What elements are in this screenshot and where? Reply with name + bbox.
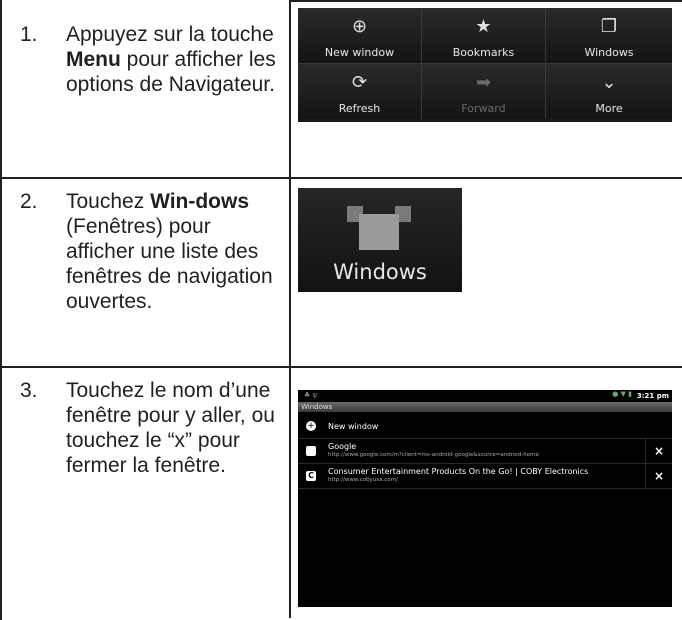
menu-item-label: More bbox=[595, 102, 623, 115]
windows-button-closeup[interactable]: Windows bbox=[298, 188, 462, 292]
title-bar: Windows bbox=[298, 402, 672, 412]
menu-item-new-window[interactable]: ⊕ New window bbox=[298, 8, 422, 64]
menu-item-label: New window bbox=[324, 46, 395, 59]
windows-icon bbox=[347, 206, 411, 250]
menu-item-windows[interactable]: ❐ Windows bbox=[546, 8, 672, 64]
chevron-down-circle-icon: ⌄ bbox=[601, 72, 617, 93]
row-divider-1 bbox=[0, 177, 682, 179]
windows-list-screenshot: ♣ ψ ● ▼ ▮ 3:21 pm Windows + New window G… bbox=[298, 390, 672, 607]
plus-circle-icon: ⊕ bbox=[351, 16, 368, 37]
menu-item-label: Forward bbox=[461, 102, 506, 115]
coby-favicon-icon: C bbox=[306, 471, 316, 481]
step-text: Appuyez sur la touche Menu pour afficher… bbox=[66, 23, 276, 96]
bookmark-icon: ★ bbox=[475, 16, 492, 37]
window-item-google[interactable]: Google http://www.google.com/m?client=ms… bbox=[298, 439, 672, 464]
plus-circle-icon: + bbox=[306, 421, 316, 431]
row-divider-2 bbox=[0, 366, 682, 368]
forward-arrow-icon: ➡ bbox=[475, 72, 492, 93]
step-text: Touchez le nom d’une fenêtre pour y alle… bbox=[66, 379, 275, 477]
table-left-border bbox=[0, 0, 2, 620]
status-bar: ♣ ψ ● ▼ ▮ 3:21 pm bbox=[298, 390, 672, 402]
window-title: Google bbox=[328, 442, 357, 451]
top-rule bbox=[289, 0, 682, 2]
screen-title: Windows bbox=[301, 403, 333, 411]
close-window-button[interactable]: × bbox=[645, 439, 672, 463]
window-url: http://www.google.com/m?client=ms-androi… bbox=[328, 452, 539, 458]
column-divider bbox=[289, 0, 291, 618]
window-item-coby[interactable]: C Consumer Entertainment Products On the… bbox=[298, 464, 672, 489]
menu-item-refresh[interactable]: ⟳ Refresh bbox=[298, 64, 422, 119]
step-3: 3. Touchez le nom d’une fenêtre pour y a… bbox=[20, 378, 280, 578]
menu-item-bookmarks[interactable]: ★ Bookmarks bbox=[422, 8, 546, 64]
menu-item-label: Windows bbox=[584, 46, 634, 59]
step-number: 1. bbox=[20, 23, 38, 46]
window-title: Consumer Entertainment Products On the G… bbox=[328, 467, 589, 476]
wifi-icon: ● ▼ ▮ bbox=[612, 390, 632, 398]
step-number: 2. bbox=[20, 190, 38, 213]
menu-item-label: Refresh bbox=[338, 102, 381, 115]
new-window-row[interactable]: + New window bbox=[298, 414, 672, 439]
close-window-button[interactable]: × bbox=[645, 464, 672, 488]
browser-menu-screenshot: ⊕ New window ★ Bookmarks ❐ Windows ⟳ Ref… bbox=[298, 8, 672, 122]
refresh-icon: ⟳ bbox=[351, 72, 368, 93]
usb-icon: ♣ ψ bbox=[304, 391, 318, 399]
step-number: 3. bbox=[20, 379, 38, 402]
windows-button-label: Windows bbox=[333, 260, 427, 284]
window-url: http://www.cobyusa.com/ bbox=[328, 477, 398, 483]
menu-item-more[interactable]: ⌄ More bbox=[546, 64, 672, 119]
google-favicon-icon bbox=[306, 446, 316, 456]
step-text: Touchez Win-dows (Fenêtres) pour affiche… bbox=[66, 190, 273, 313]
step-1: 1. Appuyez sur la touche Menu pour affic… bbox=[20, 22, 280, 172]
step-2: 2. Touchez Win-dows (Fenêtres) pour affi… bbox=[20, 189, 280, 364]
windows-icon: ❐ bbox=[600, 16, 618, 37]
new-window-label: New window bbox=[328, 422, 379, 431]
menu-item-label: Bookmarks bbox=[452, 46, 515, 59]
clock: 3:21 pm bbox=[636, 392, 669, 400]
menu-item-forward: ➡ Forward bbox=[422, 64, 546, 119]
